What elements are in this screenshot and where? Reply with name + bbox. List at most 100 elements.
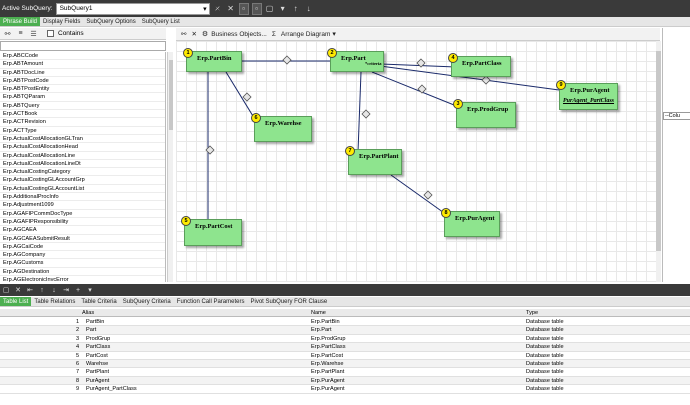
table-node-prodgrup[interactable]: 3 Erp.ProdGrup bbox=[453, 99, 516, 128]
sort-icon[interactable]: ≡ bbox=[15, 29, 26, 39]
tab-table-list[interactable]: Table List bbox=[0, 297, 32, 306]
table-node-puragent-partclass[interactable]: 9 Erp.PurAgent PurAgent_PartClass bbox=[556, 80, 618, 110]
table-row[interactable]: 7 PartPlant Erp.PartPlant Database table bbox=[0, 368, 690, 377]
table-list-item[interactable]: Erp.ACTBook bbox=[0, 110, 165, 119]
col-header-alias[interactable]: Alias bbox=[82, 309, 94, 317]
dropdown-icon[interactable]: ▾ bbox=[84, 286, 96, 294]
join-diamond[interactable] bbox=[423, 190, 433, 200]
tab-function-call-parameters[interactable]: Function Call Parameters bbox=[174, 297, 248, 306]
table-list-item[interactable]: Erp.ActualCostingGLAccountGrp bbox=[0, 176, 165, 185]
join-diamond[interactable] bbox=[417, 84, 427, 94]
link-tables-icon[interactable]: ⚯ bbox=[181, 30, 186, 38]
tab-subquery-criteria[interactable]: SubQuery Criteria bbox=[120, 297, 174, 306]
table-row[interactable]: 4 PartClass Erp.PartClass Database table bbox=[0, 343, 690, 352]
tab-phrase-build[interactable]: Phrase Build bbox=[0, 17, 41, 26]
move-up-icon[interactable]: ↑ bbox=[291, 3, 301, 15]
table-node-partplant[interactable]: 7 Erp.PartPlant bbox=[345, 146, 402, 175]
link-icon[interactable]: ⚯ bbox=[2, 29, 13, 39]
join-diamond[interactable] bbox=[282, 55, 292, 65]
tab-subquery-options[interactable]: SubQuery Options bbox=[83, 17, 138, 26]
diagram-canvas[interactable]: 1 Erp.PartBin 2 Erp.Part *criteria 4 Erp.Par… bbox=[176, 41, 656, 282]
close-icon[interactable]: ✕ bbox=[191, 30, 196, 38]
scrollbar-thumb[interactable] bbox=[169, 60, 173, 130]
business-objects-button[interactable]: ⚙ Business Objects... bbox=[202, 30, 267, 39]
table-list-item[interactable]: Erp.ActualCostAllocationLine bbox=[0, 152, 165, 160]
table-list-item[interactable]: Erp.Adjustment1099 bbox=[0, 201, 165, 210]
add-icon[interactable]: + bbox=[72, 287, 84, 294]
table-row[interactable]: 6 Warehse Erp.Warehse Database table bbox=[0, 360, 690, 369]
table-list-item[interactable]: Erp.ActualCostingGLAccountList bbox=[0, 185, 165, 194]
table-row[interactable]: 3 ProdGrup Erp.ProdGrup Database table bbox=[0, 335, 690, 344]
table-list-item[interactable]: Erp.AGDestination bbox=[0, 268, 165, 277]
table-node-partclass[interactable]: 4 Erp.PartClass bbox=[448, 53, 511, 77]
tab-display-fields[interactable]: Display Fields bbox=[40, 17, 83, 26]
table-list-item[interactable]: Erp.AGAFIPResponsibility bbox=[0, 218, 165, 227]
table-row[interactable]: 1 PartBin Erp.PartBin Database table bbox=[0, 318, 690, 327]
col-header-type[interactable]: Type bbox=[526, 309, 538, 317]
table-node-warehse[interactable]: 6 Erp.Warehse bbox=[251, 113, 312, 142]
table-list-item[interactable]: Erp.ABCCode bbox=[0, 52, 165, 61]
table-node-partbin[interactable]: 1 Erp.PartBin bbox=[183, 48, 242, 72]
table-row[interactable]: 8 PurAgent Erp.PurAgent Database table bbox=[0, 376, 690, 386]
table-list-item[interactable]: Erp.ACTRevision bbox=[0, 118, 165, 127]
col-header-name[interactable]: Name bbox=[311, 309, 326, 317]
table-list-item[interactable]: Erp.ACTType bbox=[0, 127, 165, 135]
table-list-item[interactable]: Erp.ActualCostAllocationHead bbox=[0, 143, 165, 152]
delete-icon[interactable]: ✕ bbox=[12, 286, 24, 294]
join-diamond[interactable] bbox=[481, 75, 491, 85]
tab-table-relations[interactable]: Table Relations bbox=[31, 297, 78, 306]
move-down-icon[interactable]: ↓ bbox=[304, 3, 314, 15]
join-diamond[interactable] bbox=[361, 109, 371, 119]
copy-icon[interactable]: ▫ bbox=[238, 2, 249, 15]
table-row[interactable]: 5 PartCost Erp.PartCost Database table bbox=[0, 352, 690, 360]
table-list-item[interactable]: Erp.ABTQuery bbox=[0, 102, 165, 111]
table-list-item[interactable]: Erp.AGCustoms bbox=[0, 259, 165, 268]
contains-checkbox[interactable] bbox=[47, 30, 54, 37]
table-list-scrollbar[interactable] bbox=[167, 52, 173, 282]
table-list-item[interactable]: Erp.ActualCostAllocationLineDt bbox=[0, 160, 165, 169]
dropdown-icon[interactable]: ▾ bbox=[278, 3, 288, 15]
table-list-item[interactable]: Erp.AGElectronicInvcError bbox=[0, 276, 165, 282]
table-list-item[interactable]: Erp.ABTAmount bbox=[0, 60, 165, 69]
sigma-button[interactable]: Σ bbox=[272, 31, 276, 38]
table-list-item[interactable]: Erp.ActualCostingCategory bbox=[0, 168, 165, 177]
subquery-select[interactable]: SubQuery1 ▾ bbox=[55, 2, 210, 15]
table-list-item[interactable]: Erp.AdditionalProcInfo bbox=[0, 193, 165, 202]
table-list-item[interactable]: Erp.ABTDocLine bbox=[0, 69, 165, 77]
canvas-scrollbar[interactable] bbox=[656, 41, 661, 282]
delete-subquery-icon[interactable]: ✕ bbox=[226, 3, 236, 15]
table-list-item[interactable]: Erp.AGCAEASubmitResult bbox=[0, 235, 165, 243]
table-node-part[interactable]: 2 Erp.Part *criteria bbox=[327, 48, 384, 72]
table-search-input[interactable] bbox=[0, 41, 166, 51]
first-icon[interactable]: ⇤ bbox=[24, 286, 36, 294]
table-list-item[interactable]: Erp.AGCAEA bbox=[0, 226, 165, 235]
paste-icon[interactable]: ▫ bbox=[251, 2, 262, 15]
table-list-item[interactable]: Erp.AGCaiCode bbox=[0, 243, 165, 252]
new-doc-icon[interactable]: ▢ bbox=[265, 3, 275, 15]
last-icon[interactable]: ⇥ bbox=[60, 286, 72, 294]
tab-table-criteria[interactable]: Table Criteria bbox=[78, 297, 119, 306]
scrollbar-thumb[interactable] bbox=[656, 51, 661, 251]
table-node-puragent[interactable]: 8 Erp.PurAgent bbox=[441, 208, 500, 237]
table-row[interactable]: 9 PurAgent_PartClass Erp.PurAgent Database … bbox=[0, 385, 690, 394]
table-list-item[interactable]: Erp.ABTPostCode bbox=[0, 77, 165, 86]
down-icon[interactable]: ↓ bbox=[48, 287, 60, 294]
list-view-icon[interactable]: ☰ bbox=[28, 29, 39, 39]
table-node-partcost[interactable]: 5 Erp.PartCost bbox=[181, 216, 242, 246]
table-list-item[interactable]: Erp.ActualCostAllocationGLTran bbox=[0, 135, 165, 144]
chevron-down-icon[interactable]: ▾ bbox=[203, 5, 207, 13]
join-diamond[interactable] bbox=[242, 92, 252, 102]
table-list-item[interactable]: Erp.AGAFIPCommDocType bbox=[0, 210, 165, 218]
add-subquery-icon[interactable]: 🞨 bbox=[213, 3, 223, 15]
tab-pivot-subquery[interactable]: Pivot SubQuery FOR Clause bbox=[247, 297, 330, 306]
table-row[interactable]: 2 Part Erp.Part Database table bbox=[0, 326, 690, 335]
table-list-item[interactable]: Erp.ABTQParam bbox=[0, 93, 165, 102]
new-icon[interactable]: ▢ bbox=[0, 286, 12, 294]
tab-subquery-list[interactable]: SubQuery List bbox=[139, 17, 183, 26]
arrange-diagram-button[interactable]: Arrange Diagram ▾ bbox=[281, 30, 339, 39]
up-icon[interactable]: ↑ bbox=[36, 287, 48, 294]
column-field[interactable]: --Colu bbox=[663, 112, 690, 120]
table-list-item[interactable]: Erp.ABTPostEntity bbox=[0, 85, 165, 94]
join-diamond[interactable] bbox=[205, 145, 215, 155]
table-list-item[interactable]: Erp.AGCompany bbox=[0, 251, 165, 260]
